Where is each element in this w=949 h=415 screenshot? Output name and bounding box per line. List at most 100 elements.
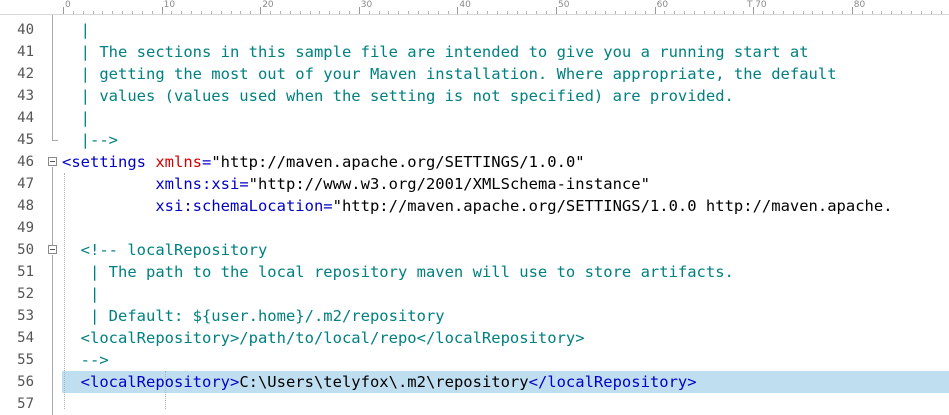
ruler-tick xyxy=(171,11,173,14)
code-line[interactable]: xmlns:xsi="http://www.w3.org/2001/XMLSch… xyxy=(62,173,949,195)
ruler-tick xyxy=(220,11,222,14)
ruler-label: 10 xyxy=(163,0,176,10)
code-line[interactable]: |--> xyxy=(62,129,949,151)
code-token-tag: xmlns:xsi= xyxy=(155,175,249,193)
code-line[interactable] xyxy=(62,217,949,239)
code-line[interactable]: | The sections in this sample file are i… xyxy=(62,41,949,63)
line-number: 44 xyxy=(17,110,34,126)
line-number: 49 xyxy=(17,220,34,236)
ruler-tick xyxy=(615,11,617,14)
column-ruler: 0 10 20 30 40 50 60 70 80 T xyxy=(0,0,949,15)
ruler-tick xyxy=(733,11,735,14)
ruler-tick xyxy=(339,11,341,14)
ruler-tick xyxy=(63,7,64,14)
code-token-val: "http://maven.apache.org/SETTINGS/1.0.0 … xyxy=(332,197,893,215)
code-line[interactable]: --> xyxy=(62,349,949,371)
ruler-tick xyxy=(753,7,755,14)
ruler-tick xyxy=(674,11,676,14)
code-line[interactable]: <!-- localRepository xyxy=(62,239,949,261)
line-number: 43 xyxy=(17,88,34,104)
ruler-tick xyxy=(388,11,390,14)
ruler-tick xyxy=(417,11,419,14)
ruler-tick xyxy=(625,11,627,14)
line-number: 42 xyxy=(17,66,34,82)
code-token-attr: xmlns xyxy=(155,153,202,171)
ruler-tick xyxy=(743,11,745,14)
code-token-tag: </localRepository> xyxy=(528,373,697,391)
ruler-tick xyxy=(181,11,183,14)
code-line[interactable]: | xyxy=(62,283,949,305)
code-line[interactable]: | Default: ${user.home}/.m2/repository xyxy=(62,305,949,327)
line-number: 53 xyxy=(17,308,34,324)
ruler-label: 40 xyxy=(459,0,471,10)
line-number: 57 xyxy=(17,396,34,412)
ruler-tick xyxy=(398,11,400,14)
ruler-tick xyxy=(329,11,331,14)
code-line[interactable]: | xyxy=(62,19,949,41)
ruler-tick xyxy=(703,11,705,14)
ruler-tick xyxy=(871,11,873,14)
fold-collapse-icon[interactable] xyxy=(48,157,57,166)
ruler-tick xyxy=(260,7,262,14)
ruler-tick xyxy=(595,11,597,14)
code-token-tag: <localRepository> xyxy=(80,373,240,391)
ruler-tick xyxy=(556,7,557,14)
ruler-tick xyxy=(230,11,232,14)
ruler-tick xyxy=(694,11,696,14)
code-token-tag: = xyxy=(202,153,212,171)
ruler-tick xyxy=(891,11,893,14)
code-token-comment: | The path to the local repository maven… xyxy=(62,263,734,281)
line-number: 45 xyxy=(17,132,34,148)
ruler-label: 60 xyxy=(656,0,669,10)
code-token-comment: | values (values used when the setting i… xyxy=(62,87,734,105)
ruler-tick xyxy=(772,11,774,14)
code-line[interactable]: <localRepository>/path/to/local/repo</lo… xyxy=(62,327,949,349)
ruler-tick xyxy=(782,11,784,14)
ruler-label: 50 xyxy=(558,0,570,10)
code-line[interactable]: | getting the most out of your Maven ins… xyxy=(62,63,949,85)
code-line[interactable]: xsi:schemaLocation="http://maven.apache.… xyxy=(62,195,949,217)
ruler-tick xyxy=(240,11,242,14)
ruler-tick xyxy=(368,11,370,14)
fold-collapse-icon[interactable] xyxy=(48,245,57,254)
code-token-val: "http://maven.apache.org/SETTINGS/1.0.0" xyxy=(211,153,585,171)
ruler-tick xyxy=(82,11,84,14)
code-editor[interactable]: | | The sections in this sample file are… xyxy=(62,15,949,410)
code-line[interactable]: | xyxy=(62,107,949,129)
ruler-tick xyxy=(516,11,518,14)
ruler-label: 20 xyxy=(262,0,274,10)
code-token-comment: | xyxy=(62,109,90,127)
ruler-tick xyxy=(575,11,577,14)
ruler-tick xyxy=(881,11,883,14)
code-line[interactable] xyxy=(62,393,949,410)
indent-guide xyxy=(165,371,166,410)
ruler-tick xyxy=(279,11,281,14)
ruler-tick xyxy=(792,11,794,14)
current-code-line[interactable]: <localRepository>C:\Users\telyfox\.m2\re… xyxy=(62,371,949,393)
line-number-gutter: 40 41 42 43 44 45 46 47 48 49 50 51 52 53 54 55 56 57 xyxy=(0,15,44,412)
ruler-tick xyxy=(822,11,824,14)
ruler-tick xyxy=(112,11,114,14)
code-token-comment: | getting the most out of your Maven ins… xyxy=(62,65,837,83)
ruler-tick xyxy=(496,11,498,14)
ruler-tick xyxy=(467,11,469,14)
code-line[interactable]: | The path to the local repository maven… xyxy=(62,261,949,283)
ruler-tick xyxy=(565,11,567,14)
fold-line xyxy=(52,167,53,245)
ruler-tick xyxy=(546,11,548,14)
code-line[interactable]: | values (values used when the setting i… xyxy=(62,85,949,107)
ruler-tick xyxy=(437,11,439,14)
ruler-label: 70 xyxy=(755,0,767,10)
line-number: 52 xyxy=(17,286,34,302)
ruler-tick xyxy=(486,11,488,14)
ruler-tick xyxy=(832,11,834,14)
code-token-tag: <settings xyxy=(62,153,156,171)
ruler-tick xyxy=(605,11,607,14)
ruler-tick xyxy=(861,11,863,14)
code-token-comment: | xyxy=(62,285,100,303)
ruler-label: 30 xyxy=(360,0,373,10)
fold-end-marker xyxy=(52,140,58,141)
code-line[interactable]: <settings xmlns="http://maven.apache.org… xyxy=(62,151,949,173)
